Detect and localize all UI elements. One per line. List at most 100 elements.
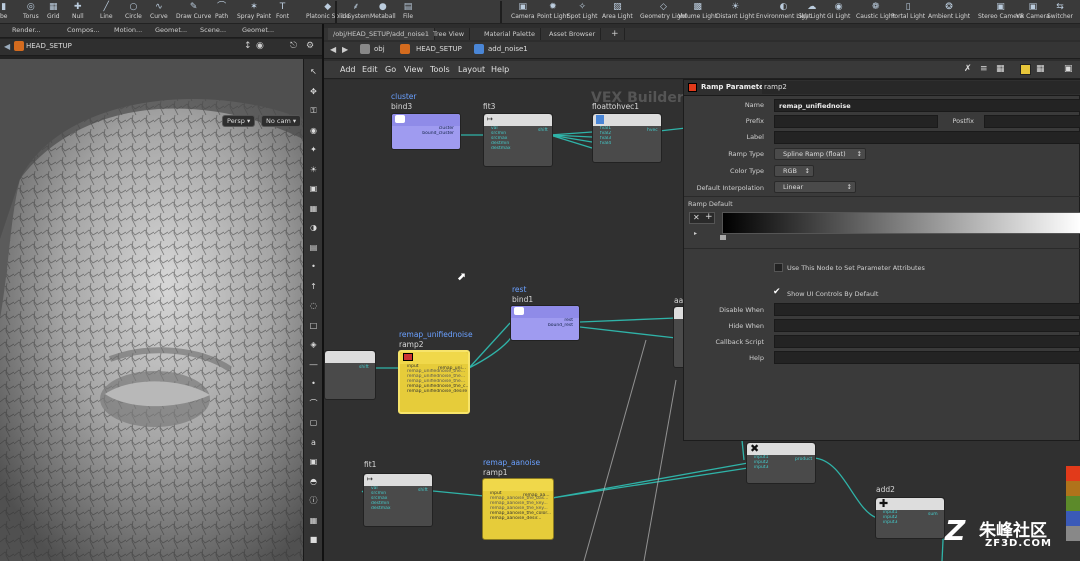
- shelf-tool-distant-light[interactable]: ☀ Distant Light: [716, 2, 754, 22]
- shelf-tool-area-light[interactable]: ▧ Area Light: [602, 2, 633, 22]
- tab-render[interactable]: Render...: [2, 26, 50, 38]
- ruler-icon[interactable]: ―: [307, 358, 320, 371]
- normal-icon[interactable]: ↑: [307, 280, 320, 293]
- persp-dropdown[interactable]: Persp ▾: [222, 115, 256, 127]
- color-type-dropdown[interactable]: RGB ↕: [774, 165, 814, 177]
- disable-when-field[interactable]: [774, 303, 1080, 316]
- tab-geometry[interactable]: Geomet...: [145, 26, 195, 38]
- param-pane-icon[interactable]: [1020, 64, 1031, 75]
- name-field[interactable]: remap_unifiednoise: [774, 99, 1080, 112]
- shelf-tool-curve[interactable]: ∿ Curve: [150, 2, 168, 22]
- path-add-noise[interactable]: add_noise1: [488, 45, 528, 53]
- tab-tree-view[interactable]: Tree View: [428, 28, 471, 40]
- abc-icon[interactable]: a: [307, 436, 320, 449]
- list-view-icon[interactable]: ▦: [1036, 64, 1045, 74]
- menu-view[interactable]: View: [404, 65, 423, 74]
- node-floattohvec1[interactable]: fval1 fval2 fval3 fval4 hvec: [592, 113, 662, 163]
- point-icon[interactable]: •: [307, 260, 320, 273]
- shelf-tool-file[interactable]: ▤ File: [403, 2, 413, 22]
- layout-icon[interactable]: ▦: [307, 514, 320, 527]
- shelf-tool-point-light[interactable]: ✹ Point Light: [537, 2, 569, 22]
- hide-when-field[interactable]: [774, 319, 1080, 332]
- shelf-tool-font[interactable]: T Font: [276, 2, 289, 22]
- tab-compositing[interactable]: Compos...: [57, 26, 107, 38]
- shelf-tool-null[interactable]: ✚ Null: [72, 2, 84, 22]
- expand-arrow-icon[interactable]: ▸: [694, 230, 697, 237]
- menu-help[interactable]: Help: [491, 65, 509, 74]
- node-bind3[interactable]: cluster bound_cluster: [391, 113, 461, 150]
- shelf-tool-volume-light[interactable]: ▩ Volume Light: [678, 2, 717, 22]
- shelf-tool-line[interactable]: ╱ Line: [100, 2, 113, 22]
- marker-icon[interactable]: •: [307, 377, 320, 390]
- shelf-tool-path[interactable]: ⌒ Path: [215, 2, 228, 22]
- node-fit1[interactable]: ↦ val srcmin srcmax destmin destmax shif…: [363, 473, 433, 527]
- shelf-tool-sky-light[interactable]: ☁ Sky Light: [798, 2, 826, 22]
- shelf-tool-switcher[interactable]: ⇆ Switcher: [1047, 2, 1073, 22]
- lock-icon[interactable]: ⚿: [307, 104, 320, 117]
- node-ramp2[interactable]: input remap_unifiednoise_the... remap_un…: [398, 350, 470, 414]
- help-field[interactable]: [774, 351, 1080, 364]
- settings-icon[interactable]: ⚙: [306, 41, 314, 51]
- node-name-field[interactable]: ramp2: [762, 81, 1080, 94]
- node-add2[interactable]: ✚ input1 input2 input3 sum: [875, 497, 945, 539]
- menu-tools[interactable]: Tools: [430, 65, 450, 74]
- pin-icon[interactable]: ◉: [256, 41, 264, 51]
- grid-layout-icon[interactable]: ▦: [996, 64, 1005, 74]
- back-icon[interactable]: ◀: [330, 45, 336, 54]
- camera-view-icon[interactable]: ▣: [307, 455, 320, 468]
- path-head-setup[interactable]: HEAD_SETUP: [416, 45, 462, 53]
- shelf-tool-circle[interactable]: ○ Circle: [125, 2, 142, 22]
- shelf-tool-camera[interactable]: ▣ Camera: [511, 2, 535, 22]
- move-icon[interactable]: ✥: [307, 85, 320, 98]
- tab-geometry-2[interactable]: Geomet...: [232, 26, 282, 38]
- box-icon[interactable]: ▢: [307, 416, 320, 429]
- shelf-tool-grid[interactable]: ▦ Grid: [47, 2, 60, 22]
- camera-dropdown[interactable]: No cam ▾: [261, 115, 302, 127]
- callback-script-field[interactable]: [774, 335, 1080, 348]
- swatch-orange[interactable]: [1066, 481, 1080, 496]
- wrench-icon[interactable]: ✗: [964, 64, 972, 74]
- node-bind1[interactable]: rest bound_rest: [510, 305, 580, 341]
- shelf-tool-gi-light[interactable]: ◉ GI Light: [827, 2, 850, 22]
- left-path-label[interactable]: HEAD_SETUP: [26, 42, 72, 50]
- light-icon[interactable]: ☀: [307, 163, 320, 176]
- lasso-icon[interactable]: ⌒: [307, 397, 320, 410]
- tree-icon[interactable]: ≡: [980, 64, 988, 74]
- tab-material-palette[interactable]: Material Palette: [479, 28, 541, 40]
- forward-icon[interactable]: ▶: [342, 45, 348, 54]
- remove-key-icon[interactable]: ✕: [693, 213, 700, 222]
- background-icon[interactable]: ▤: [307, 241, 320, 254]
- shelf-tool-vr-camera[interactable]: ▣ VR Camera: [1016, 2, 1050, 22]
- node-multiply[interactable]: ✖ input1 input2 input3 product: [746, 442, 816, 484]
- node-partial-left[interactable]: shift: [324, 350, 376, 400]
- menu-edit[interactable]: Edit: [362, 65, 378, 74]
- snap-icon[interactable]: ✦: [307, 143, 320, 156]
- shelf-tool-lsystem[interactable]: ⸙ L-System: [342, 2, 370, 22]
- path-dropdown-icon[interactable]: ↕: [244, 41, 252, 51]
- node-fit3[interactable]: ↦ val srcmin srcmax destmin destmax shif…: [483, 113, 553, 167]
- shelf-tool-ambient-light[interactable]: ❂ Ambient Light: [928, 2, 970, 22]
- ghost-icon[interactable]: ◌: [307, 299, 320, 312]
- select-icon[interactable]: ↖: [307, 65, 320, 78]
- use-node-checkbox[interactable]: [774, 263, 783, 272]
- checkmark-icon[interactable]: ✔: [773, 287, 781, 297]
- 3d-viewport[interactable]: Persp ▾ No cam ▾: [0, 59, 303, 561]
- add-tab-button[interactable]: +: [606, 28, 625, 40]
- info-icon[interactable]: ⓘ: [307, 494, 320, 507]
- shelf-tool-metaball[interactable]: ● Metaball: [370, 2, 396, 22]
- swatch-green[interactable]: [1066, 496, 1080, 511]
- tab-asset-browser[interactable]: Asset Browser: [544, 28, 602, 40]
- ramp-type-dropdown[interactable]: Spline Ramp (float) ↕: [774, 148, 866, 160]
- tab-network-path[interactable]: /obj/HEAD_SETUP/add_noise1: [328, 28, 435, 40]
- menu-go[interactable]: Go: [385, 65, 396, 74]
- shelf-tool-spray-paint[interactable]: ✶ Spray Paint: [237, 2, 271, 22]
- postfix-field[interactable]: [984, 115, 1080, 128]
- menu-add[interactable]: Add: [340, 65, 356, 74]
- path-obj[interactable]: obj: [374, 45, 385, 53]
- add-key-icon[interactable]: +: [705, 212, 713, 222]
- node-ramp1[interactable]: input remap_aanoise_the_bas... remap_aan…: [482, 478, 554, 540]
- swatch-red[interactable]: [1066, 466, 1080, 481]
- ramp-key-handle[interactable]: [720, 235, 726, 240]
- view-icon[interactable]: ◈: [307, 338, 320, 351]
- pose-icon[interactable]: ◓: [307, 475, 320, 488]
